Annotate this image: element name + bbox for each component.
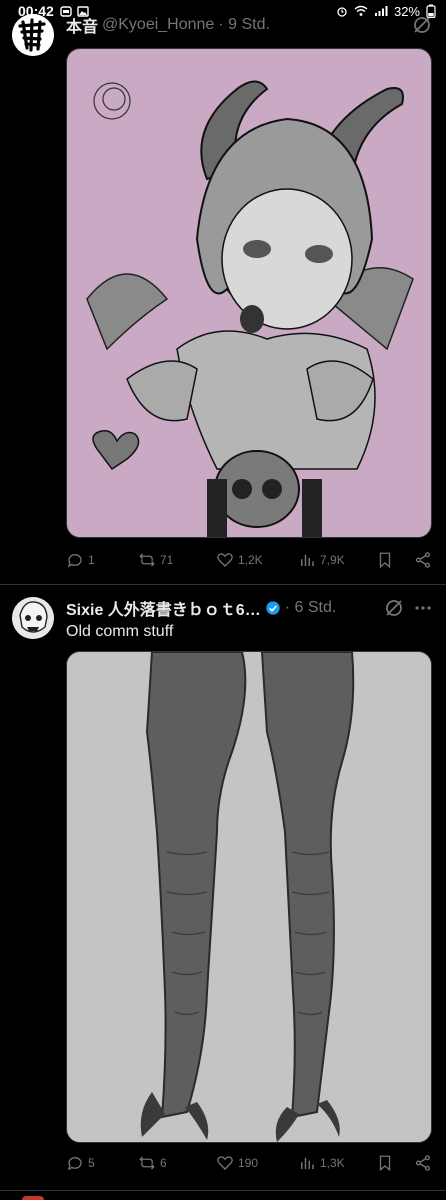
more-options-icon[interactable] — [414, 599, 432, 617]
reply-button[interactable]: 5 — [66, 1154, 138, 1172]
bookmark-icon[interactable] — [376, 551, 394, 569]
views-icon — [301, 1157, 314, 1169]
like-count: 190 — [238, 1156, 259, 1170]
avatar-sixie[interactable] — [12, 597, 54, 639]
views-button[interactable]: 7,9K — [298, 551, 376, 569]
tweet-2[interactable]: Sixie 人外落書きｂｏｔ6… · 6 Std. Old comm stuff… — [0, 585, 446, 1190]
tweet-actions: 1 71 1,2K 7,9K — [66, 550, 432, 570]
tweet-1[interactable]: 本音 @Kyoei_Honne · 9 Std. 1 71 1,2K 7,9K — [0, 0, 446, 585]
tweet-text: Old comm stuff — [66, 623, 174, 640]
like-button[interactable]: 1,2K — [216, 551, 298, 569]
views-icon — [301, 554, 314, 566]
grok-icon[interactable] — [412, 15, 432, 35]
grok-icon[interactable] — [384, 598, 404, 618]
bookmark-icon[interactable] — [376, 1154, 394, 1172]
reply-count: 5 — [88, 1156, 95, 1170]
author-handle[interactable]: @Kyoei_Honne — [102, 16, 214, 34]
repost-button[interactable]: 6 — [138, 1154, 216, 1172]
repost-icon — [139, 553, 155, 567]
post-time: · 6 Std. — [284, 599, 337, 616]
avatar-kyoei-honne[interactable] — [12, 14, 54, 56]
share-icon[interactable] — [414, 1154, 432, 1172]
tweet-actions: 5 6 190 1,3K — [66, 1153, 432, 1173]
views-count: 1,3K — [320, 1156, 345, 1170]
repost-count: 6 — [160, 1156, 167, 1170]
avatar-illustration — [12, 597, 54, 639]
heart-icon — [217, 1156, 233, 1170]
repost-count: 71 — [160, 553, 174, 567]
like-button[interactable]: 190 — [216, 1154, 298, 1172]
like-count: 1,2K — [238, 553, 263, 567]
avatar-calligraphy-logo — [12, 14, 54, 56]
reply-button[interactable]: 1 — [66, 551, 138, 569]
reply-icon — [68, 554, 82, 568]
tweet-header: 本音 @Kyoei_Honne · 9 Std. — [66, 14, 432, 36]
reply-count: 1 — [88, 553, 95, 567]
author-name[interactable]: Sixie 人外落書きｂｏｔ6… — [66, 596, 261, 620]
tweet-image[interactable] — [66, 651, 432, 1143]
share-icon[interactable] — [414, 551, 432, 569]
heart-icon — [217, 553, 233, 567]
post-time: · 9 Std. — [218, 16, 270, 33]
views-count: 7,9K — [320, 553, 345, 567]
tweet-divider — [0, 1190, 446, 1191]
verified-badge-icon — [266, 601, 280, 615]
illustration-demon-girl — [86, 80, 414, 537]
illustration-creature-legs — [67, 652, 431, 1142]
reply-icon — [68, 1157, 82, 1171]
views-button[interactable]: 1,3K — [298, 1154, 376, 1172]
tweet-header: Sixie 人外落書きｂｏｔ6… · 6 Std. — [66, 597, 432, 619]
repost-icon — [139, 1156, 155, 1170]
repost-button[interactable]: 71 — [138, 551, 216, 569]
next-tweet-avatar-peek[interactable] — [22, 1196, 44, 1200]
author-name[interactable]: 本音 — [66, 13, 98, 37]
tweet-image[interactable] — [66, 48, 432, 538]
